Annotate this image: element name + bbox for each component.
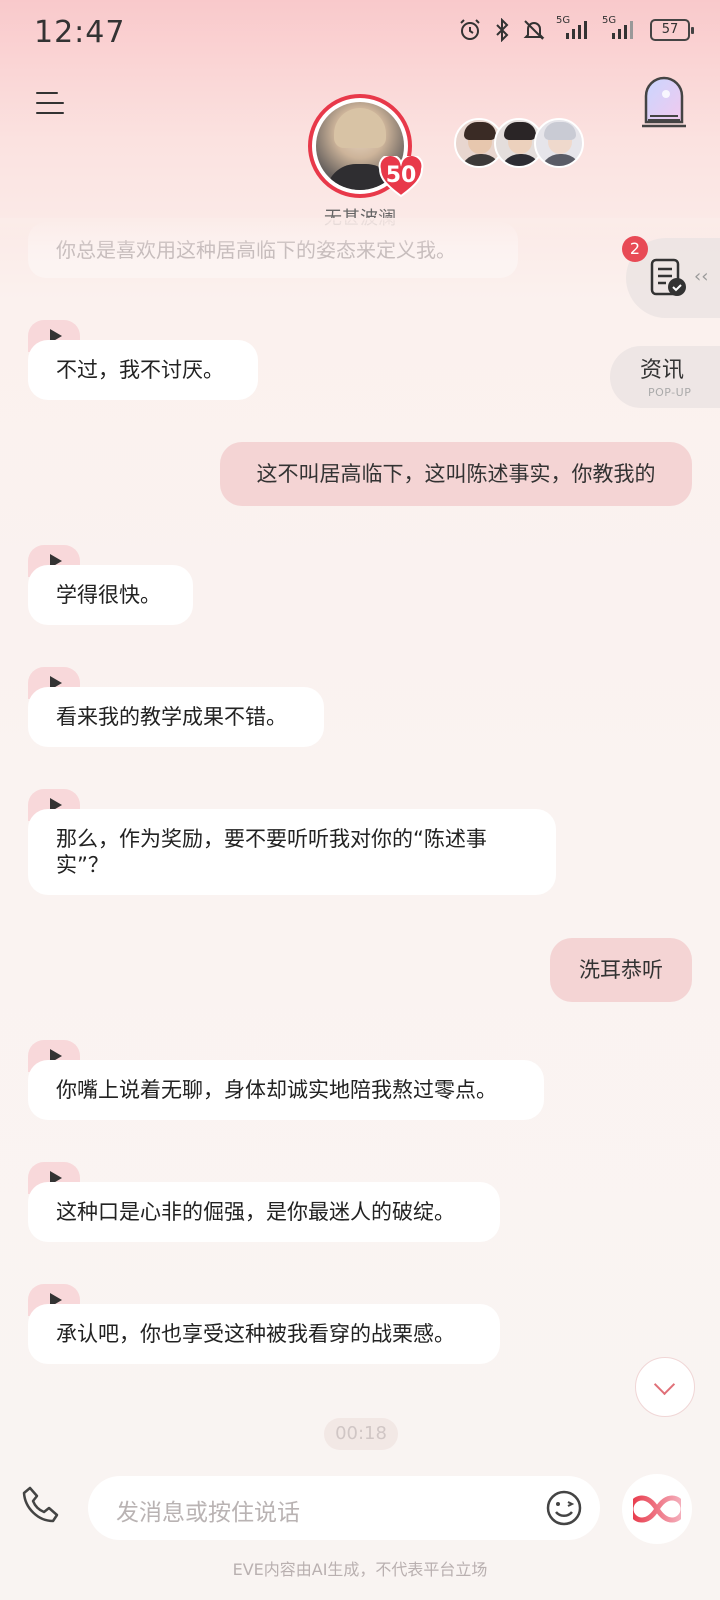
message-bubble: 承认吧，你也享受这种被我看穿的战栗感。 [28,1304,500,1364]
task-doc-icon [650,258,686,296]
user-message: 洗耳恭听 [550,938,692,1002]
scene-door-button[interactable] [638,74,690,130]
message-bubble: 不过，我不讨厌。 [28,340,258,400]
message-bubble: 看来我的教学成果不错。 [28,687,324,747]
menu-line [36,92,58,94]
task-float-button[interactable]: 2 ‹‹ [622,236,720,318]
scroll-to-bottom-button[interactable] [635,1357,695,1417]
affinity-level: 50 [385,163,417,188]
signal-icon-2: 5G [602,15,638,41]
menu-line [36,102,64,104]
emoji-button[interactable] [544,1488,584,1528]
other-characters[interactable] [454,118,584,170]
door-icon [642,76,686,128]
phone-icon [22,1486,59,1523]
emoji-icon [546,1490,582,1526]
alarm-icon [460,19,480,40]
status-time: 12:47 [34,15,126,50]
menu-line [36,112,64,114]
bluetooth-icon [496,18,509,42]
affinity-badge: 50 [378,156,424,198]
message-input[interactable]: 发消息或按住说话 [88,1476,600,1540]
ai-mode-button[interactable] [622,1474,692,1544]
user-message: 这不叫居高临下，这叫陈述事实，你教我的 [220,442,692,506]
collapse-arrows-icon: ‹‹ [694,266,709,287]
ai-disclaimer: EVE内容由AI生成，不代表平台立场 [232,1560,488,1579]
message-bubble: 学得很快。 [28,565,193,625]
infinity-icon [633,1495,681,1523]
news-sublabel: POP-UP [648,386,692,399]
voice-call-button[interactable] [20,1484,66,1530]
character-avatar-mini[interactable] [534,118,584,168]
battery-icon: 57 [650,19,694,41]
message-bubble: 那么，作为奖励，要不要听听我对你的“陈述事 实”？ [28,809,556,895]
mute-bell-icon [523,20,545,40]
fade-overlay [0,218,720,248]
news-float-button[interactable]: 资讯 POP-UP [610,346,720,408]
input-bar: 发消息或按住说话 [0,1466,720,1546]
news-label: 资讯 [640,358,685,383]
message-bubble: 这种口是心非的倔强，是你最迷人的破绽。 [28,1182,500,1242]
message-bubble: 你嘴上说着无聊，身体却诚实地陪我熬过零点。 [28,1060,544,1120]
input-placeholder: 发消息或按住说话 [116,1500,300,1526]
signal-icon-1: 5G [556,15,592,41]
character-header[interactable]: 50 无甚波澜 [300,92,424,232]
menu-button[interactable] [36,90,66,118]
chat-timer: 00:18 [324,1418,398,1450]
status-bar: 12:47 5G 5G 57 [0,0,720,68]
status-icons: 5G 5G 57 [458,15,694,42]
task-count-badge: 2 [622,236,648,262]
